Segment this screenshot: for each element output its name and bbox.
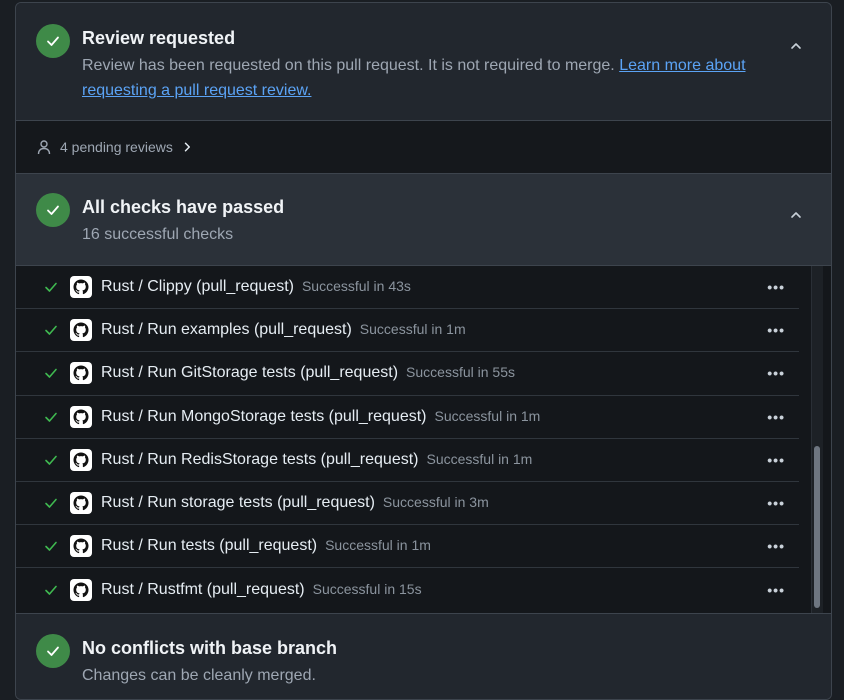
- check-name[interactable]: Rust / Run GitStorage tests (pull_reques…: [101, 364, 515, 382]
- check-title: Rust / Run MongoStorage tests (pull_requ…: [101, 407, 427, 425]
- pending-reviews-section: 4 pending reviews: [16, 120, 831, 173]
- github-logo-icon: [70, 405, 92, 428]
- check-name[interactable]: Rust / Run tests (pull_request) Successfu…: [101, 537, 431, 555]
- github-logo-icon: [70, 276, 92, 299]
- checks-subtitle: 16 successful checks: [82, 226, 234, 243]
- github-logo-icon: [70, 319, 92, 342]
- check-name[interactable]: Rust / Run examples (pull_request) Succes…: [101, 321, 466, 339]
- check-name[interactable]: Rust / Clippy (pull_request) Successful i…: [101, 278, 411, 296]
- check-icon: [45, 498, 57, 508]
- merge-status-panel: Review requested Review has been request…: [15, 2, 832, 700]
- chevron-up-icon[interactable]: [789, 208, 803, 222]
- check-row[interactable]: Rust / Run MongoStorage tests (pull_requ…: [16, 396, 799, 439]
- checks-list-items: Rust / Clippy (pull_request) Successful i…: [16, 266, 831, 612]
- github-logo-icon: [70, 362, 92, 385]
- check-title: Rust / Run examples (pull_request): [101, 321, 352, 339]
- check-icon: [45, 412, 57, 422]
- github-logo-icon: [70, 448, 92, 471]
- check-row[interactable]: Rust / Run storage tests (pull_request) S…: [16, 482, 799, 526]
- check-circle-icon: [36, 193, 70, 227]
- checks-list: Rust / Clippy (pull_request) Successful i…: [16, 265, 831, 613]
- scrollbar-thumb[interactable]: [814, 446, 820, 608]
- check-row[interactable]: Rust / Run GitStorage tests (pull_reques…: [16, 352, 799, 396]
- check-status: Successful in 1m: [434, 407, 541, 424]
- more-options-button[interactable]: •••: [767, 322, 785, 338]
- review-requested-section: Review requested Review has been request…: [16, 3, 831, 120]
- check-status: Successful in 3m: [382, 494, 489, 511]
- more-options-button[interactable]: •••: [767, 409, 785, 425]
- conflicts-description: Changes can be cleanly merged.: [82, 667, 316, 684]
- check-title: Rust / Clippy (pull_request): [101, 278, 294, 296]
- check-name[interactable]: Rust / Rustfmt (pull_request) Successful …: [101, 581, 422, 599]
- more-options-button[interactable]: •••: [767, 365, 785, 381]
- conflicts-title: No conflicts with base branch: [82, 638, 338, 658]
- check-icon: [45, 369, 57, 379]
- pending-reviews-label: 4 pending reviews: [60, 139, 173, 155]
- check-icon: [45, 455, 57, 465]
- check-title: Rust / Rustfmt (pull_request): [101, 580, 305, 598]
- more-options-button[interactable]: •••: [767, 495, 785, 511]
- check-circle-icon: [36, 634, 70, 668]
- check-name[interactable]: Rust / Run storage tests (pull_request) S…: [101, 494, 489, 512]
- check-icon: [45, 282, 57, 292]
- check-icon: [45, 541, 57, 552]
- check-status: Successful in 43s: [301, 278, 411, 295]
- chevron-right-icon: [184, 142, 190, 152]
- check-row[interactable]: Rust / Run examples (pull_request) Succes…: [16, 309, 799, 353]
- check-row[interactable]: Rust / Run tests (pull_request) Successfu…: [16, 525, 799, 569]
- more-options-button[interactable]: •••: [767, 538, 785, 554]
- check-status: Successful in 1m: [359, 321, 466, 338]
- github-logo-icon: [70, 492, 92, 515]
- more-options-button[interactable]: •••: [767, 582, 785, 598]
- chevron-up-icon[interactable]: [789, 39, 803, 53]
- check-name[interactable]: Rust / Run MongoStorage tests (pull_requ…: [101, 408, 540, 426]
- review-description-text: Review has been requested on this pull r…: [82, 57, 615, 74]
- check-row[interactable]: Rust / Rustfmt (pull_request) Successful …: [16, 568, 799, 611]
- check-title: Rust / Run RedisStorage tests (pull_requ…: [101, 450, 419, 468]
- check-row[interactable]: Rust / Clippy (pull_request) Successful i…: [16, 266, 799, 310]
- check-circle-icon: [36, 24, 70, 58]
- more-options-button[interactable]: •••: [767, 279, 785, 295]
- github-logo-icon: [70, 578, 92, 601]
- pending-reviews-toggle[interactable]: 4 pending reviews: [36, 139, 193, 155]
- check-title: Rust / Run storage tests (pull_request): [101, 494, 375, 512]
- person-icon: [37, 140, 51, 155]
- check-icon: [45, 325, 57, 336]
- checks-section: All checks have passed 16 successful che…: [16, 173, 831, 265]
- review-title: Review requested: [82, 28, 236, 48]
- check-title: Rust / Run GitStorage tests (pull_reques…: [101, 364, 399, 382]
- check-status: Successful in 1m: [325, 537, 431, 554]
- check-status: Successful in 55s: [406, 364, 515, 381]
- check-status: Successful in 15s: [312, 580, 422, 597]
- checks-title: All checks have passed: [82, 197, 285, 217]
- conflicts-section: No conflicts with base branch Changes ca…: [16, 613, 831, 699]
- check-row[interactable]: Rust / Run RedisStorage tests (pull_requ…: [16, 439, 799, 482]
- more-options-button[interactable]: •••: [767, 452, 785, 468]
- review-description: Review has been requested on this pull r…: [82, 53, 782, 103]
- check-name[interactable]: Rust / Run RedisStorage tests (pull_requ…: [101, 451, 532, 469]
- check-title: Rust / Run tests (pull_request): [101, 537, 318, 555]
- github-logo-icon: [70, 535, 92, 558]
- check-icon: [45, 585, 57, 595]
- check-status: Successful in 1m: [426, 450, 533, 467]
